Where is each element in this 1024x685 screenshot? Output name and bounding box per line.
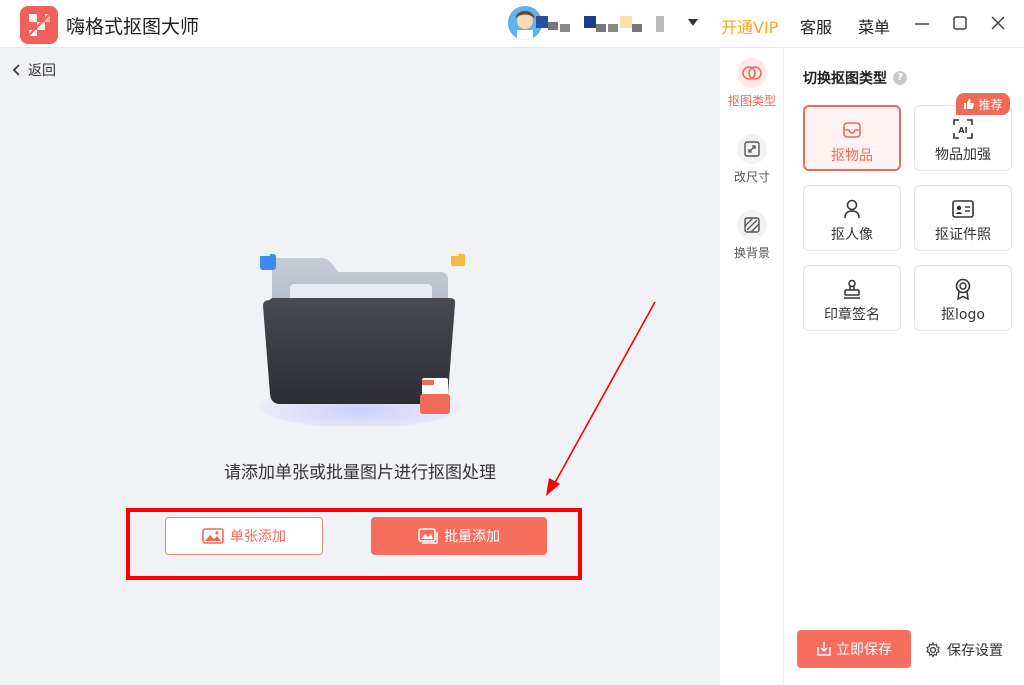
app-logo-icon [20, 6, 58, 44]
rail-item-label: 换背景 [733, 246, 770, 260]
type-card-object[interactable]: 抠物品 [803, 105, 901, 171]
batch-add-label: 批量添加 [444, 529, 500, 545]
panel-title: 切换抠图类型 ? [803, 68, 907, 88]
stamp-icon [804, 278, 900, 300]
batch-add-button[interactable]: 批量添加 [371, 517, 547, 555]
stripes-background-icon [737, 210, 767, 240]
dropdown-icon[interactable] [688, 19, 698, 26]
resize-icon [737, 134, 767, 164]
rail-item-label: 抠图类型 [727, 94, 776, 108]
single-add-button[interactable]: 单张添加 [165, 517, 323, 555]
type-card-label: 抠人像 [831, 227, 873, 243]
menu-link[interactable]: 菜单 [858, 14, 890, 38]
save-now-button[interactable]: 立即保存 [797, 630, 911, 668]
rail-item-change-background[interactable]: 换背景 [720, 210, 784, 261]
recommended-badge: 推荐 [956, 93, 1010, 115]
type-card-seal-signature[interactable]: 印章签名 [803, 265, 901, 331]
image-icon [202, 528, 224, 544]
download-icon [817, 642, 831, 656]
help-icon[interactable]: ? [893, 71, 907, 85]
single-add-label: 单张添加 [230, 529, 286, 545]
type-card-label: 抠物品 [831, 148, 873, 164]
app-title: 嗨格式抠图大师 [66, 16, 200, 38]
id-card-icon [915, 198, 1011, 220]
tool-rail: 抠图类型 改尺寸 换背景 [720, 48, 784, 685]
type-card-label: 抠logo [941, 307, 985, 323]
vip-link[interactable]: 开通VIP [721, 14, 778, 38]
title-bar: 嗨格式抠图大师 开通VIP 客服 菜单 [0, 0, 1024, 48]
back-button[interactable]: 返回 [12, 60, 56, 80]
svg-text:AI: AI [958, 126, 967, 135]
type-card-label: 物品加强 [935, 147, 991, 163]
images-stack-icon [418, 528, 438, 544]
thumbs-up-icon [964, 99, 975, 109]
save-settings-label: 保存设置 [947, 643, 1003, 659]
username-obscured[interactable] [536, 14, 676, 36]
gear-icon [926, 642, 940, 658]
save-now-label: 立即保存 [836, 642, 892, 658]
person-icon [804, 198, 900, 220]
type-card-label: 抠证件照 [935, 227, 991, 243]
ai-scan-icon: AI [915, 118, 1011, 140]
main-drop-area[interactable]: 返回 请添加单张或批量图片进行抠图处理 单张添加 批量添加 [0, 48, 720, 685]
maximize-icon[interactable] [951, 14, 969, 32]
tray-icon [805, 119, 899, 141]
type-card-id-photo[interactable]: 抠证件照 [914, 185, 1012, 251]
annotation-arrow-icon [546, 301, 656, 496]
award-badge-icon [915, 278, 1011, 300]
type-card-portrait[interactable]: 抠人像 [803, 185, 901, 251]
overlap-circles-icon [737, 58, 767, 88]
type-card-logo[interactable]: 抠logo [914, 265, 1012, 331]
chevron-left-icon [12, 64, 20, 76]
close-icon[interactable] [989, 14, 1007, 32]
cutout-type-panel: 切换抠图类型 ? 抠物品 AI 物品加强 推荐 抠人像 抠证件照 印章签名 抠l… [785, 48, 1024, 685]
minimize-icon[interactable] [913, 14, 931, 32]
badge-label: 推荐 [978, 97, 1003, 112]
rail-item-resize[interactable]: 改尺寸 [720, 134, 784, 185]
customer-service-link[interactable]: 客服 [800, 14, 832, 38]
rail-item-label: 改尺寸 [733, 170, 770, 184]
rail-item-cutout-type[interactable]: 抠图类型 [720, 58, 784, 109]
folder-illustration-icon [260, 250, 465, 426]
panel-title-text: 切换抠图类型 [803, 71, 887, 87]
save-settings-button[interactable]: 保存设置 [925, 640, 1003, 660]
type-card-label: 印章签名 [824, 307, 880, 323]
back-label: 返回 [28, 63, 56, 79]
